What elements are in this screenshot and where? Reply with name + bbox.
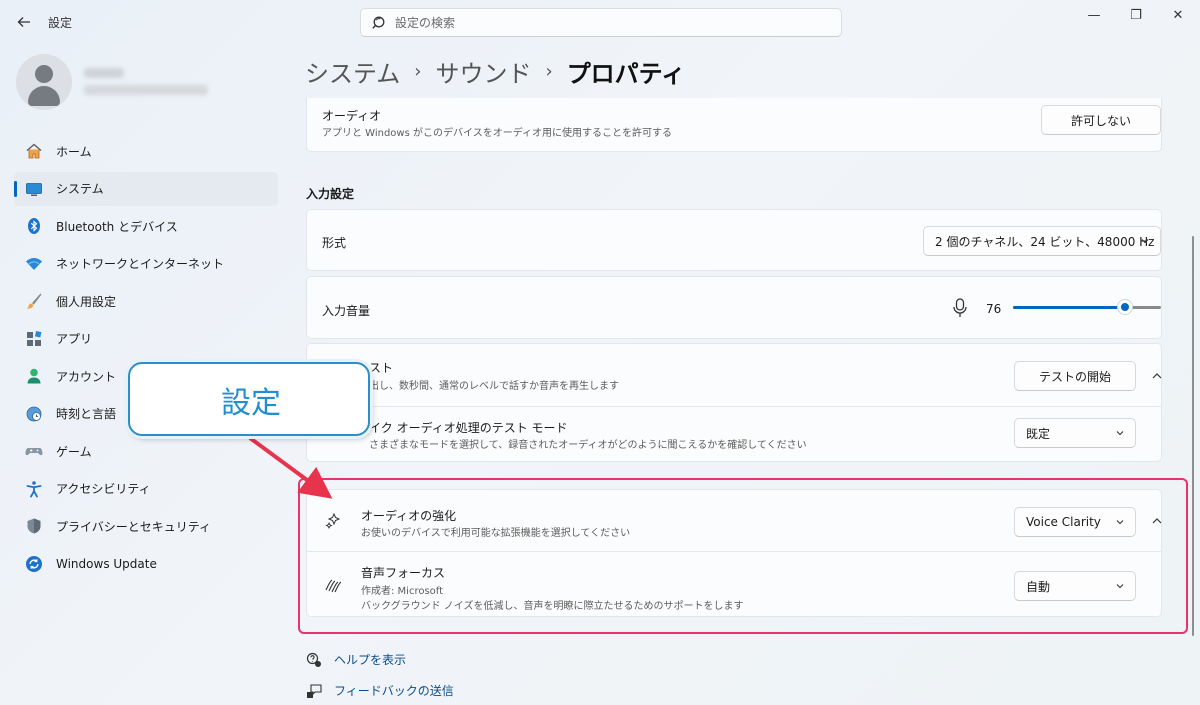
close-button[interactable]: ✕ [1163,6,1193,26]
account-icon [24,366,44,386]
title-bar: 設定 — ❐ ✕ [0,0,1200,44]
shield-icon [24,516,44,536]
highlight-box [298,478,1188,634]
app-title: 設定 [48,16,73,30]
page-title: プロパティ [566,59,686,88]
disallow-button[interactable]: 許可しない [1041,105,1161,135]
sidebar-item-personalization[interactable]: 個人用設定 [14,284,278,318]
input-settings-heading: 入力設定 [306,187,355,201]
wifi-icon [24,254,44,274]
sidebar-item-label: ホーム [56,144,92,159]
sidebar-item-home[interactable]: ホーム [14,134,278,168]
mic-test-mode-dropdown[interactable]: 既定 [1014,418,1136,448]
callout-text: 設定 [221,386,281,421]
back-button[interactable] [12,10,36,34]
start-test-button[interactable]: テストの開始 [1014,361,1136,391]
audio-allow-description: アプリと Windows がこのデバイスをオーディオ用に使用することを許可する [322,128,672,139]
mic-test-description: 出し、数秒間、通常のレベルで話すか音声を再生します [369,381,619,392]
sidebar-item-accessibility[interactable]: アクセシビリティ [14,472,278,506]
help-link-label: ヘルプを表示 [334,653,407,667]
sidebar-item-label: ネットワークとインターネット [56,257,225,271]
chevron-down-icon [1116,431,1124,436]
system-icon [24,179,44,199]
sidebar-item-label: アクセシビリティ [56,482,151,496]
brush-icon [24,291,44,311]
user-name-blurred [84,68,124,78]
sidebar-item-system[interactable]: システム [14,171,278,206]
sidebar-item-privacy-security[interactable]: プライバシーとセキュリティ [14,509,278,543]
apps-icon [24,329,44,349]
breadcrumb: システム › サウンド › プロパティ [305,54,685,88]
breadcrumb-separator: › [414,60,422,82]
home-icon [24,141,44,161]
format-title: 形式 [322,236,347,250]
mic-test-title: スト [369,361,394,375]
audio-allow-card: オーディオ アプリと Windows がこのデバイスをオーディオ用に使用すること… [306,98,1162,152]
audio-allow-title: オーディオ [322,109,382,123]
avatar [16,54,72,110]
accessibility-icon [24,479,44,499]
clock-globe-icon [24,404,44,424]
mic-test-mode-title: イク オーディオ処理のテスト モード [369,421,568,435]
user-profile[interactable] [16,54,276,112]
mic-test-card: スト 出し、数秒間、通常のレベルで話すか音声を再生します テストの開始 [306,343,1162,407]
breadcrumb-sound[interactable]: サウンド [435,54,531,89]
breadcrumb-system[interactable]: システム [305,54,400,89]
feedback-icon [307,683,322,698]
feedback-link[interactable]: フィードバックの送信 [306,682,454,699]
bluetooth-icon [24,216,44,236]
input-volume-value: 76 [986,302,1002,316]
sidebar-item-network[interactable]: ネットワークとインターネット [14,247,278,281]
help-link[interactable]: ヘルプを表示 [306,651,406,668]
gamepad-icon [24,441,44,461]
microphone-icon[interactable] [952,298,968,318]
minimize-button[interactable]: — [1079,6,1109,26]
mic-test-mode-value: 既定 [1026,426,1051,441]
annotation-callout: 設定 [128,362,370,436]
sidebar-item-label: アプリ [56,332,93,346]
minimize-icon: — [1087,8,1101,23]
maximize-button[interactable]: ❐ [1121,6,1151,26]
breadcrumb-separator: › [545,60,553,82]
sidebar-item-apps[interactable]: アプリ [14,322,278,356]
slider-fill [1013,306,1126,309]
feedback-link-label: フィードバックの送信 [334,684,454,698]
format-value: 2 個のチャネル、24 ビット、48000 Hz [935,234,1155,249]
sidebar-nav: ホーム システム Bluetooth とデバイス ネットワークとインターネット … [14,134,278,584]
sidebar-item-label: Bluetooth とデバイス [56,219,178,234]
sidebar-item-label: 時刻と言語 [56,407,117,421]
input-volume-slider[interactable] [1013,299,1161,315]
update-icon [24,554,44,574]
input-volume-title: 入力音量 [322,304,371,318]
format-card: 形式 2 個のチャネル、24 ビット、48000 Hz [306,209,1162,271]
mic-test-mode-card: イク オーディオ処理のテスト モード さまざまなモードを選択して、録音されたオー… [306,406,1162,462]
sidebar-item-label: 個人用設定 [56,294,117,309]
chevron-down-icon [1141,239,1149,244]
close-icon: ✕ [1172,8,1184,23]
user-email-blurred [84,85,208,95]
scrollbar[interactable] [1192,236,1194,636]
sidebar-item-label: アカウント [56,369,117,384]
search-input[interactable] [395,13,825,33]
mic-test-mode-description: さまざまなモードを選択して、録音されたオーディオがどのように聞こえるかを確認して… [369,440,807,451]
sidebar-item-label: ゲーム [56,444,92,459]
sidebar-item-windows-update[interactable]: Windows Update [14,547,278,581]
sidebar-item-label: Windows Update [56,556,157,571]
sidebar-item-bluetooth[interactable]: Bluetooth とデバイス [14,209,278,243]
sidebar-item-gaming[interactable]: ゲーム [14,434,278,468]
search-icon [372,16,385,29]
sidebar-item-label: システム [56,182,104,196]
chevron-up-icon[interactable] [1147,366,1167,386]
sidebar-item-label: プライバシーとセキュリティ [56,519,212,534]
format-dropdown[interactable]: 2 個のチャネル、24 ビット、48000 Hz [923,226,1161,256]
search-box[interactable] [360,8,842,37]
help-icon [306,652,321,667]
back-arrow-icon [17,17,30,27]
restore-icon: ❐ [1130,8,1142,23]
